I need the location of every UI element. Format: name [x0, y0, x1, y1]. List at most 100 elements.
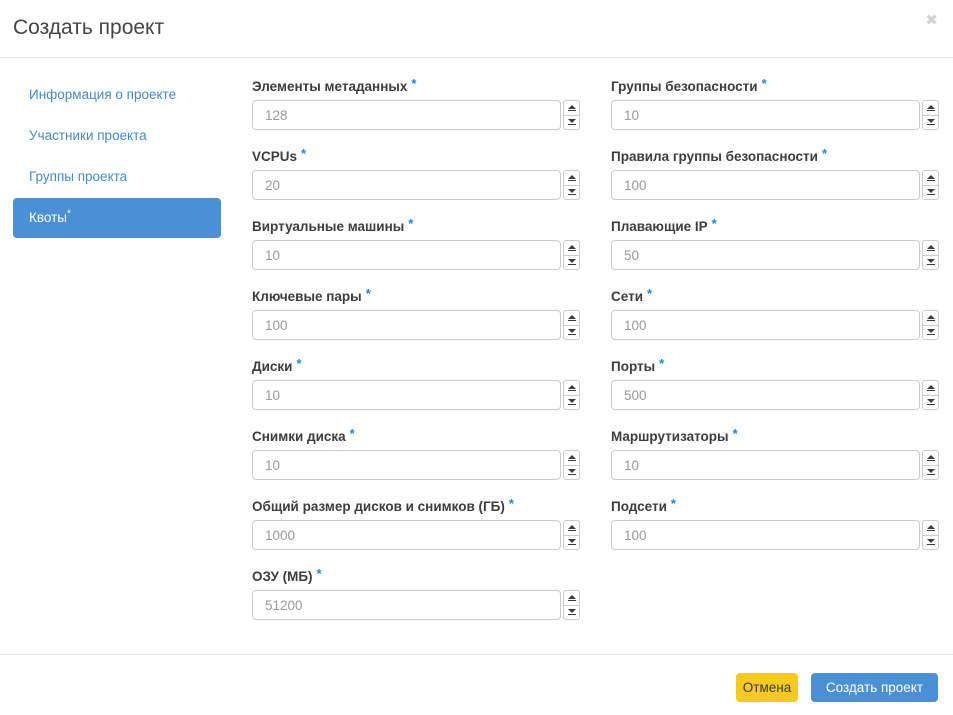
- required-asterisk: *: [411, 76, 416, 91]
- number-spinner: [252, 100, 580, 130]
- metadata-items-input[interactable]: [252, 100, 561, 130]
- virtual-machines-input[interactable]: [252, 240, 561, 270]
- security-groups-decrement-button[interactable]: [922, 115, 939, 131]
- number-spinner: [252, 170, 580, 200]
- vcpus-decrement-button[interactable]: [563, 185, 580, 201]
- number-spinner: [611, 170, 939, 200]
- field-label-text: Снимки диска: [252, 429, 346, 444]
- volumes-input[interactable]: [252, 380, 561, 410]
- routers-decrement-button[interactable]: [922, 465, 939, 481]
- quota-field-metadata-items: Элементы метаданных*: [252, 79, 580, 130]
- key-pairs-increment-button[interactable]: [563, 310, 580, 325]
- caret-up-icon: [927, 455, 935, 461]
- sidebar-item-project-info[interactable]: Информация о проекте: [13, 75, 221, 115]
- field-label: Ключевые пары*: [252, 289, 580, 304]
- sidebar-item-label: Информация о проекте: [29, 87, 176, 102]
- required-asterisk: *: [822, 146, 827, 161]
- field-label-text: Виртуальные машины: [252, 219, 404, 234]
- metadata-items-decrement-button[interactable]: [563, 115, 580, 131]
- floating-ips-input[interactable]: [611, 240, 920, 270]
- required-asterisk: *: [296, 356, 301, 371]
- sidebar-item-project-groups[interactable]: Группы проекта: [13, 157, 221, 197]
- number-spinner: [252, 310, 580, 340]
- quota-field-key-pairs: Ключевые пары*: [252, 289, 580, 340]
- volumes-increment-button[interactable]: [563, 380, 580, 395]
- caret-down-icon: [568, 609, 576, 615]
- cancel-button[interactable]: Отмена: [736, 673, 798, 702]
- quota-field-security-group-rules: Правила группы безопасности*: [611, 149, 939, 200]
- field-label: Группы безопасности*: [611, 79, 939, 94]
- ports-increment-button[interactable]: [922, 380, 939, 395]
- required-asterisk: *: [647, 286, 652, 301]
- key-pairs-input[interactable]: [252, 310, 561, 340]
- required-asterisk: *: [671, 496, 676, 511]
- volume-snapshots-increment-button[interactable]: [563, 450, 580, 465]
- ram-mb-increment-button[interactable]: [563, 590, 580, 605]
- spinner-buttons: [922, 170, 939, 200]
- sidebar-item-quotas[interactable]: Квоты*: [13, 198, 221, 238]
- modal-footer: Отмена Создать проект: [0, 654, 953, 715]
- field-label: Правила группы безопасности*: [611, 149, 939, 164]
- caret-down-icon: [927, 189, 935, 195]
- create-project-button[interactable]: Создать проект: [811, 673, 938, 702]
- required-asterisk: *: [659, 356, 664, 371]
- vcpus-input[interactable]: [252, 170, 561, 200]
- spinner-buttons: [922, 520, 939, 550]
- subnets-decrement-button[interactable]: [922, 535, 939, 551]
- security-group-rules-decrement-button[interactable]: [922, 185, 939, 201]
- caret-down-icon: [927, 119, 935, 125]
- quota-form-left-column: Элементы метаданных* VCPUs* Виртуальные ма…: [252, 79, 580, 639]
- caret-down-icon: [568, 259, 576, 265]
- caret-down-icon: [568, 539, 576, 545]
- floating-ips-increment-button[interactable]: [922, 240, 939, 255]
- vcpus-increment-button[interactable]: [563, 170, 580, 185]
- virtual-machines-decrement-button[interactable]: [563, 255, 580, 271]
- ram-mb-input[interactable]: [252, 590, 561, 620]
- total-volume-size-gb-decrement-button[interactable]: [563, 535, 580, 551]
- ram-mb-decrement-button[interactable]: [563, 605, 580, 621]
- total-volume-size-gb-increment-button[interactable]: [563, 520, 580, 535]
- close-icon[interactable]: ✖: [925, 13, 938, 28]
- quota-field-volumes: Диски*: [252, 359, 580, 410]
- volumes-decrement-button[interactable]: [563, 395, 580, 411]
- modal-sidebar: Информация о проекте Участники проекта Гру…: [13, 75, 221, 239]
- caret-up-icon: [927, 245, 935, 251]
- routers-input[interactable]: [611, 450, 920, 480]
- virtual-machines-increment-button[interactable]: [563, 240, 580, 255]
- field-label: Порты *: [611, 359, 939, 374]
- networks-decrement-button[interactable]: [922, 325, 939, 341]
- subnets-increment-button[interactable]: [922, 520, 939, 535]
- metadata-items-increment-button[interactable]: [563, 100, 580, 115]
- number-spinner: [611, 310, 939, 340]
- volume-snapshots-input[interactable]: [252, 450, 561, 480]
- security-groups-increment-button[interactable]: [922, 100, 939, 115]
- caret-up-icon: [568, 105, 576, 111]
- field-label-text: Подсети: [611, 499, 667, 514]
- floating-ips-decrement-button[interactable]: [922, 255, 939, 271]
- sidebar-item-label: Группы проекта: [29, 169, 127, 184]
- subnets-input[interactable]: [611, 520, 920, 550]
- caret-down-icon: [568, 469, 576, 475]
- ports-decrement-button[interactable]: [922, 395, 939, 411]
- number-spinner: [611, 450, 939, 480]
- security-groups-input[interactable]: [611, 100, 920, 130]
- field-label-text: Порты: [611, 359, 655, 374]
- quota-form-right-column: Группы безопасности* Правила группы безоп…: [611, 79, 939, 569]
- quota-field-total-volume-size-gb: Общий размер дисков и снимков (ГБ)*: [252, 499, 580, 550]
- volume-snapshots-decrement-button[interactable]: [563, 465, 580, 481]
- security-group-rules-increment-button[interactable]: [922, 170, 939, 185]
- caret-up-icon: [927, 105, 935, 111]
- sidebar-item-project-members[interactable]: Участники проекта: [13, 116, 221, 156]
- key-pairs-decrement-button[interactable]: [563, 325, 580, 341]
- networks-input[interactable]: [611, 310, 920, 340]
- routers-increment-button[interactable]: [922, 450, 939, 465]
- networks-increment-button[interactable]: [922, 310, 939, 325]
- total-volume-size-gb-input[interactable]: [252, 520, 561, 550]
- number-spinner: [611, 520, 939, 550]
- ports-input[interactable]: [611, 380, 920, 410]
- spinner-buttons: [922, 380, 939, 410]
- required-asterisk: *: [301, 146, 306, 161]
- security-group-rules-input[interactable]: [611, 170, 920, 200]
- number-spinner: [252, 240, 580, 270]
- field-label: VCPUs*: [252, 149, 580, 164]
